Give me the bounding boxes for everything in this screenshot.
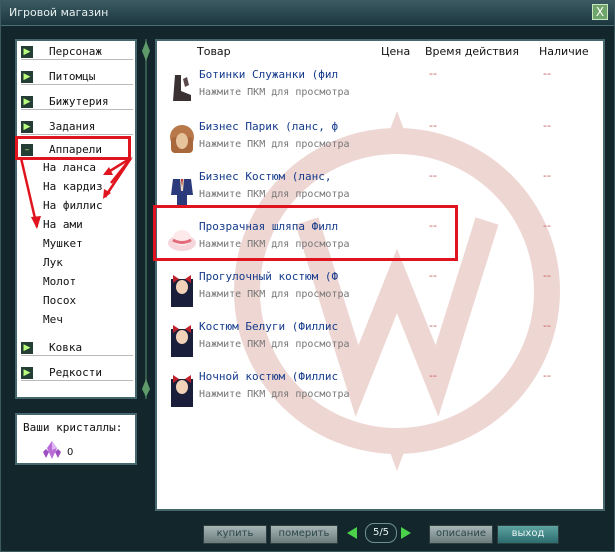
subcategory-bow[interactable]: Лук (43, 256, 63, 269)
category-character[interactable]: ▶ Персонаж (21, 45, 133, 60)
item-hint: Нажмите ПКМ для просмотра (199, 87, 350, 98)
category-quests[interactable]: ▶ Задания (21, 120, 133, 135)
character-icon (171, 375, 193, 407)
character-icon (171, 325, 193, 357)
crystals-panel: Ваши кристаллы: 0 (15, 413, 137, 465)
item-duration: -- (429, 319, 437, 332)
window-title: Игровой магазин (9, 6, 109, 19)
column-header-price: Цена (381, 45, 411, 58)
item-availability: -- (543, 269, 551, 282)
item-hint: Нажмите ПКМ для просмотра (199, 339, 350, 350)
boots-icon (173, 75, 191, 101)
buy-button[interactable]: купить (203, 525, 267, 544)
item-list-panel: Товар Цена Время действия Наличие Ботинк… (155, 39, 605, 511)
description-button[interactable]: описание (429, 525, 493, 544)
close-icon: X (595, 5, 605, 19)
category-label: Ковка (49, 341, 83, 354)
item-row[interactable]: Ночной костюм (Филлис Нажмите ПКМ для пр… (161, 367, 601, 417)
item-row[interactable]: Прогулочный костюм (Ф Нажмите ПКМ для пр… (161, 267, 601, 317)
highlight-apparel (15, 136, 131, 160)
category-label: Редкости (49, 366, 102, 379)
exit-button[interactable]: выход (497, 525, 559, 544)
bottom-toolbar: купить померить 5/5 описание выход (1, 521, 614, 551)
category-label: Питомцы (49, 70, 96, 83)
column-header-duration: Время действия (425, 45, 519, 58)
item-availability: -- (543, 219, 551, 232)
shop-window: Игровой магазин X ▶ Персонаж ▶ Питомцы ▶… (0, 0, 615, 552)
item-name: Ночной костюм (Филлис (199, 370, 339, 383)
item-duration: -- (429, 169, 437, 182)
crystals-label: Ваши кристаллы: (23, 421, 123, 434)
suit-icon (171, 179, 193, 205)
arrow-right-icon: ▶ (21, 121, 33, 133)
subcategory-staff[interactable]: Посох (43, 294, 76, 307)
item-hint: Нажмите ПКМ для просмотра (199, 189, 350, 200)
category-forging[interactable]: ▶ Ковка (21, 341, 133, 356)
item-hint: Нажмите ПКМ для просмотра (199, 289, 350, 300)
subcategory-sword[interactable]: Меч (43, 313, 63, 326)
item-availability: -- (543, 369, 551, 382)
item-availability: -- (543, 169, 551, 182)
page-indicator: 5/5 (365, 523, 397, 543)
crystal-icon (43, 441, 61, 459)
subcategory-lans[interactable]: На ланса (43, 161, 96, 174)
item-availability: -- (543, 67, 551, 80)
item-availability: -- (543, 319, 551, 332)
arrow-right-icon: ▶ (21, 46, 33, 58)
arrow-right-icon: ▶ (21, 342, 33, 354)
item-hint: Нажмите ПКМ для просмотра (199, 389, 350, 400)
highlight-item (153, 205, 458, 261)
prev-page-icon[interactable] (347, 527, 357, 539)
try-on-button[interactable]: померить (270, 525, 338, 544)
column-header-item: Товар (197, 45, 231, 58)
wig-icon (170, 125, 194, 153)
item-duration: -- (429, 369, 437, 382)
item-name: Бизнес Парик (ланс, ф (199, 120, 339, 133)
subcategory-ami[interactable]: На ами (43, 218, 83, 231)
item-name: Бизнес Костюм (ланс, (199, 170, 332, 183)
item-row[interactable]: Ботинки Служанки (фил Нажмите ПКМ для пр… (161, 65, 601, 115)
crystals-value: 0 (67, 447, 74, 458)
arrow-right-icon: ▶ (21, 96, 33, 108)
category-label: Бижутерия (49, 95, 109, 108)
category-jewelry[interactable]: ▶ Бижутерия (21, 95, 133, 110)
subcategory-musket[interactable]: Мушкет (43, 237, 83, 250)
item-hint: Нажмите ПКМ для просмотра (199, 139, 350, 150)
arrow-right-icon: ▶ (21, 367, 33, 379)
category-pets[interactable]: ▶ Питомцы (21, 70, 133, 85)
item-row[interactable]: Бизнес Парик (ланс, ф Нажмите ПКМ для пр… (161, 117, 601, 167)
arrow-right-icon: ▶ (21, 71, 33, 83)
item-name: Прогулочный костюм (Ф (199, 270, 339, 283)
character-icon (171, 275, 193, 307)
category-panel: ▶ Персонаж ▶ Питомцы ▶ Бижутерия ▶ Задан… (15, 39, 137, 399)
item-name: Ботинки Служанки (фил (199, 68, 339, 81)
item-name: Костюм Белуги (Филлис (199, 320, 339, 333)
item-row[interactable]: Костюм Белуги (Филлис Нажмите ПКМ для пр… (161, 317, 601, 367)
category-label: Задания (49, 120, 96, 133)
ornament-divider (142, 39, 150, 399)
subcategory-hammer[interactable]: Молот (43, 275, 76, 288)
item-availability: -- (543, 119, 551, 132)
title-bar[interactable]: Игровой магазин X (1, 1, 614, 26)
item-duration: -- (429, 119, 437, 132)
next-page-icon[interactable] (401, 527, 411, 539)
item-duration: -- (429, 67, 437, 80)
subcategory-kardiz[interactable]: На кардиз (43, 180, 103, 193)
category-rarities[interactable]: ▶ Редкости (21, 366, 133, 381)
category-label: Персонаж (49, 45, 102, 58)
subcategory-fillis[interactable]: На филлис (43, 199, 103, 212)
column-header-availability: Наличие (539, 45, 589, 58)
close-button[interactable]: X (592, 4, 608, 20)
item-duration: -- (429, 269, 437, 282)
